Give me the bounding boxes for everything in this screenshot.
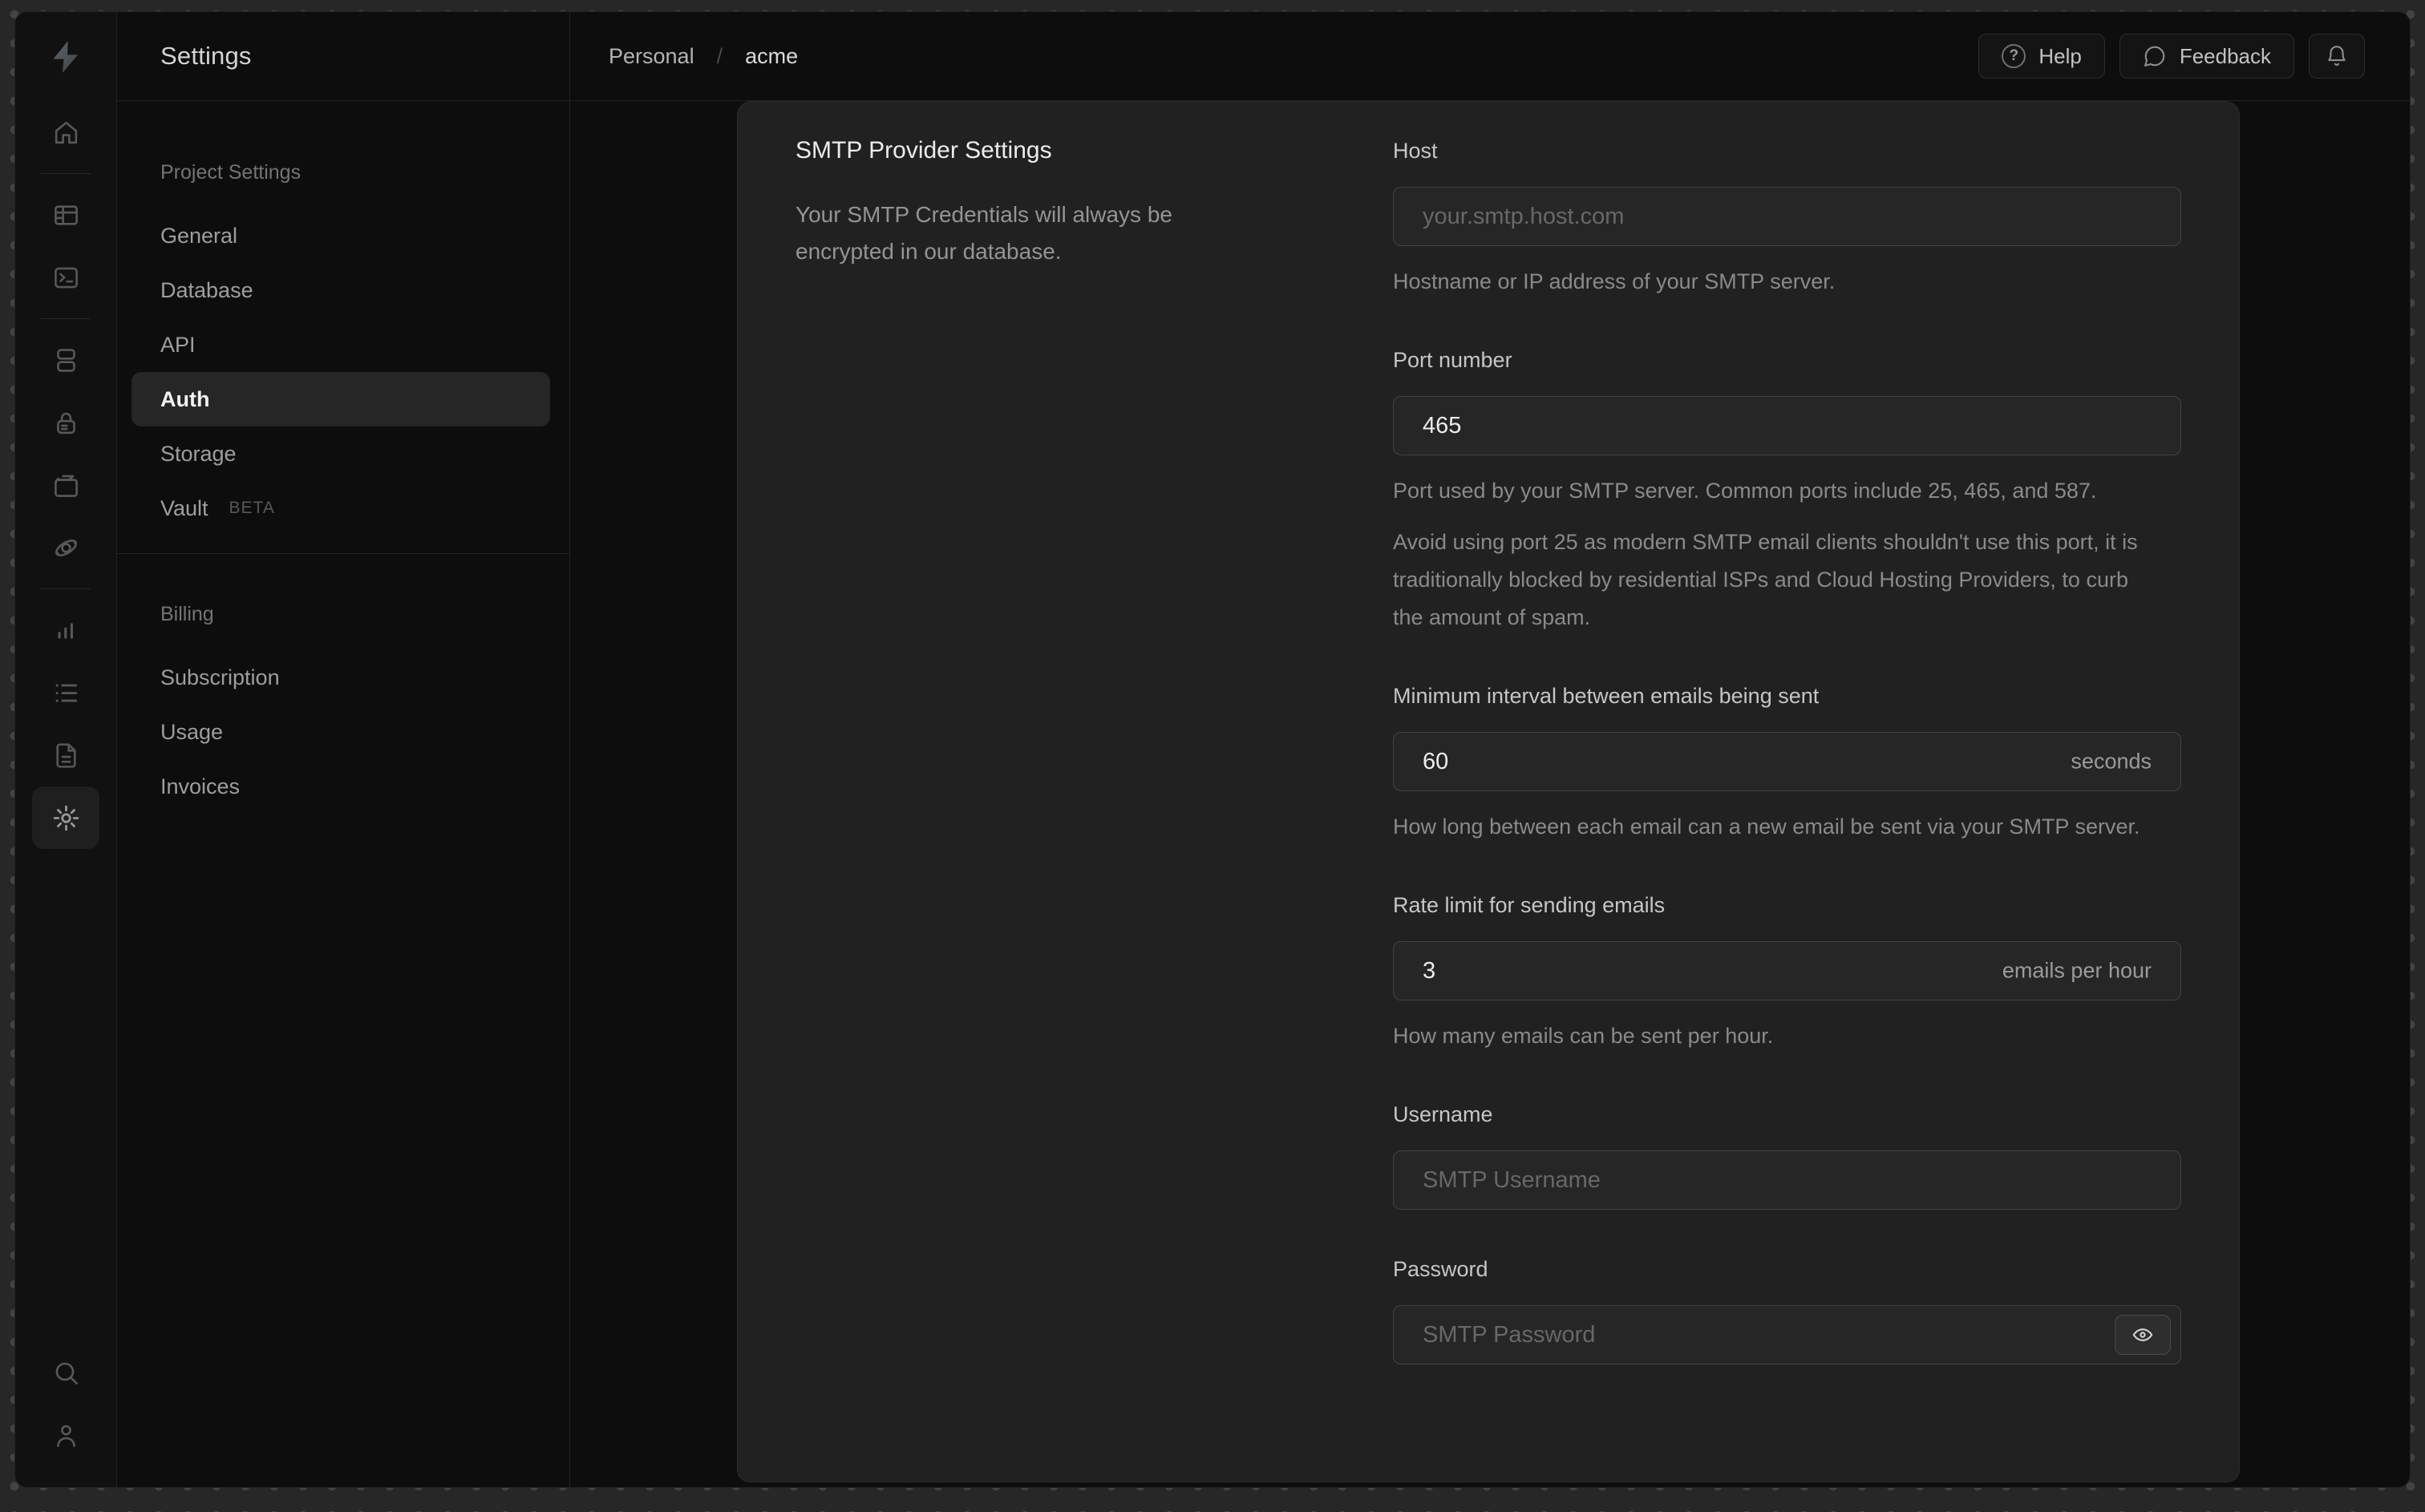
nav-section-billing: Billing <box>160 603 214 625</box>
nav-item-vault[interactable]: Vault BETA <box>132 481 550 536</box>
username-row: Username <box>1393 1101 2181 1210</box>
rail-divider <box>41 318 91 319</box>
feedback-button[interactable]: Feedback <box>2119 34 2294 79</box>
api-docs-icon[interactable] <box>32 724 99 786</box>
rate-limit-row: Rate limit for sending emails emails per… <box>1393 891 2181 1055</box>
content-area: SMTP Provider Settings Your SMTP Credent… <box>570 101 2410 1487</box>
settings-nav: Settings Project Settings General Databa… <box>117 12 570 1487</box>
help-button[interactable]: Help <box>1978 34 2105 79</box>
topbar-actions: Help Feedback <box>1978 34 2365 79</box>
nav-divider <box>117 553 569 554</box>
sql-editor-icon[interactable] <box>32 246 99 309</box>
page-title: Settings <box>160 42 252 70</box>
storage-icon[interactable] <box>32 454 99 516</box>
breadcrumb-project[interactable]: acme <box>745 44 798 69</box>
rate-limit-label: Rate limit for sending emails <box>1393 893 1666 917</box>
auth-lock-icon[interactable] <box>32 391 99 454</box>
main-area: Personal / acme Help Feedback <box>570 12 2410 1487</box>
panel-description: Your SMTP Credentials will always be enc… <box>796 202 1172 264</box>
settings-nav-header: Settings <box>117 12 569 101</box>
rail-divider <box>41 173 91 174</box>
topbar: Personal / acme Help Feedback <box>570 12 2410 101</box>
interval-input[interactable] <box>1393 732 2181 791</box>
icon-rail <box>15 12 117 1487</box>
user-icon[interactable] <box>32 1404 99 1466</box>
host-label: Host <box>1393 139 1438 163</box>
database-icon[interactable] <box>32 329 99 391</box>
panel-heading: SMTP Provider Settings <box>796 137 1052 164</box>
nav-item-general[interactable]: General <box>132 208 550 263</box>
nav-section-project-settings: Project Settings <box>160 161 302 184</box>
port-help: Port used by your SMTP server. Common po… <box>1393 479 2097 503</box>
search-icon[interactable] <box>32 1341 99 1404</box>
help-circle-icon <box>2002 44 2026 68</box>
nav-item-api[interactable]: API <box>132 317 550 372</box>
reports-icon[interactable] <box>32 599 99 661</box>
rail-bottom <box>32 1341 99 1487</box>
rate-limit-input[interactable] <box>1393 941 2181 1001</box>
smtp-form: Host Hostname or IP address of your SMTP… <box>1393 102 2181 1482</box>
interval-help: How long between each email can a new em… <box>1393 815 2140 839</box>
nav-item-subscription[interactable]: Subscription <box>132 650 550 705</box>
breadcrumb-separator: / <box>716 43 723 68</box>
breadcrumb-org[interactable]: Personal <box>609 44 694 69</box>
supabase-bolt-icon <box>53 40 79 73</box>
password-input[interactable] <box>1393 1305 2181 1364</box>
password-label: Password <box>1393 1257 1488 1281</box>
bell-icon <box>2328 46 2346 66</box>
edge-functions-icon[interactable] <box>32 516 99 579</box>
password-row: Password <box>1393 1255 2181 1364</box>
interval-row: Minimum interval between emails being se… <box>1393 682 2181 846</box>
table-editor-icon[interactable] <box>32 184 99 246</box>
app-window: Settings Project Settings General Databa… <box>14 11 2411 1488</box>
port-row: Port number Port used by your SMTP serve… <box>1393 346 2181 637</box>
username-label: Username <box>1393 1102 1493 1126</box>
nav-item-storage[interactable]: Storage <box>132 427 550 481</box>
host-input[interactable] <box>1393 187 2181 246</box>
eye-icon <box>2132 1328 2153 1341</box>
app-logo[interactable] <box>15 12 116 101</box>
port-label: Port number <box>1393 348 1512 372</box>
port-input[interactable] <box>1393 396 2181 455</box>
host-row: Host Hostname or IP address of your SMTP… <box>1393 137 2181 301</box>
notifications-button[interactable] <box>2309 34 2365 79</box>
reveal-password-button[interactable] <box>2115 1315 2171 1355</box>
rail-divider <box>41 588 91 589</box>
beta-badge: BETA <box>229 499 275 517</box>
port-help-warning: Avoid using port 25 as modern SMTP email… <box>1393 530 2138 629</box>
logs-icon[interactable] <box>32 661 99 724</box>
nav-item-auth[interactable]: Auth <box>132 372 550 427</box>
rate-limit-help: How many emails can be sent per hour. <box>1393 1024 1774 1048</box>
panel-intro: SMTP Provider Settings Your SMTP Credent… <box>738 102 1261 1482</box>
interval-label: Minimum interval between emails being se… <box>1393 684 1820 708</box>
username-input[interactable] <box>1393 1150 2181 1210</box>
settings-gear-icon[interactable] <box>32 786 99 849</box>
home-icon[interactable] <box>32 101 99 164</box>
nav-item-invoices[interactable]: Invoices <box>132 759 550 814</box>
desktop: { "topbar": { "breadcrumb": { "org": "Pe… <box>0 0 2425 1512</box>
nav-item-database[interactable]: Database <box>132 263 550 317</box>
smtp-settings-panel: SMTP Provider Settings Your SMTP Credent… <box>737 101 2240 1482</box>
nav-item-usage[interactable]: Usage <box>132 705 550 759</box>
speech-bubble-icon <box>2144 46 2165 67</box>
host-help: Hostname or IP address of your SMTP serv… <box>1393 269 1836 293</box>
settings-nav-body: Project Settings General Database API Au… <box>117 101 569 814</box>
